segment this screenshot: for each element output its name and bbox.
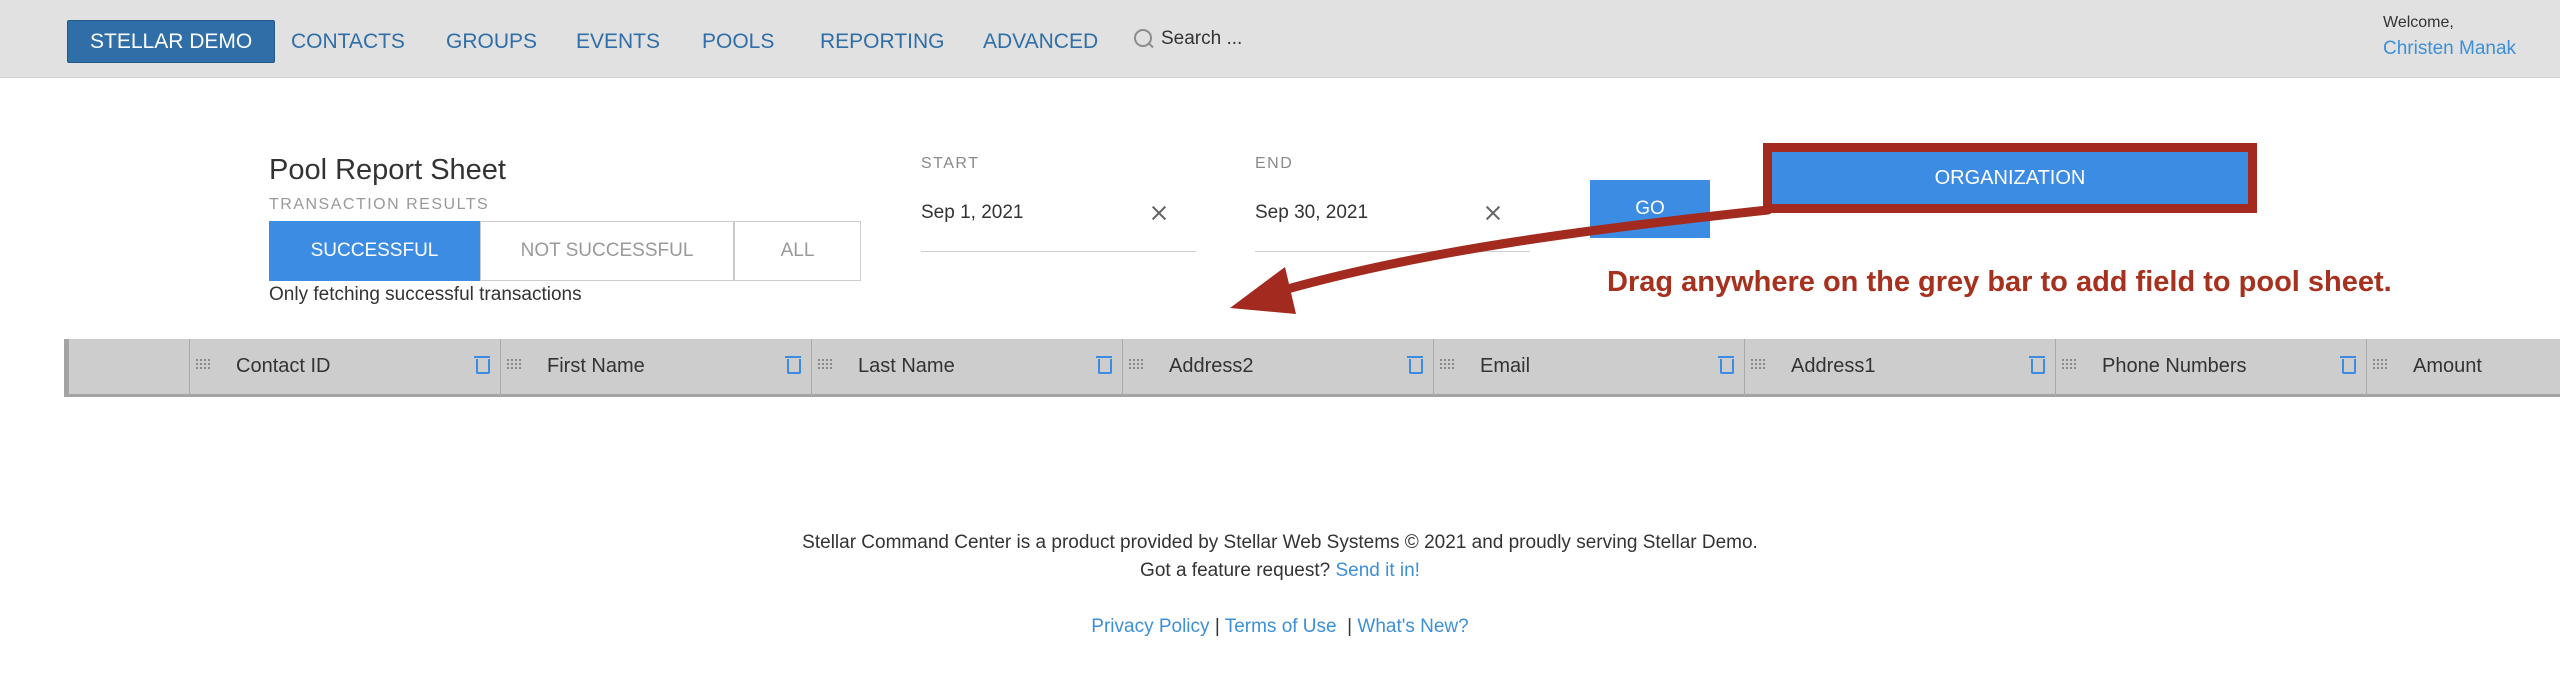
start-date-label: START xyxy=(921,155,980,172)
column-header[interactable]: Last Name xyxy=(812,339,1123,397)
drag-handle-icon[interactable] xyxy=(196,359,212,371)
footer-separator: | xyxy=(1214,616,1220,637)
end-date-field[interactable]: Sep 30, 2021 xyxy=(1255,198,1530,252)
feature-request-line: Got a feature request? Send it in! xyxy=(0,560,2560,582)
column-header[interactable]: Address2 xyxy=(1123,339,1434,397)
trash-icon[interactable] xyxy=(2340,354,2356,374)
transaction-results-label: TRANSACTION RESULTS xyxy=(269,196,490,213)
column-header[interactable]: First Name xyxy=(501,339,812,397)
search-box xyxy=(1133,24,1291,54)
drag-handle-icon[interactable] xyxy=(2373,359,2389,371)
column-bar-leading-cell xyxy=(64,339,190,397)
nav-events[interactable]: EVENTS xyxy=(576,20,660,63)
column-label: Address2 xyxy=(1169,355,1254,377)
footer-links: Privacy Policy | Terms of Use | What's N… xyxy=(0,616,2560,638)
nav-contacts[interactable]: CONTACTS xyxy=(291,20,405,63)
column-label: Address1 xyxy=(1791,355,1876,377)
terms-of-use-link[interactable]: Terms of Use xyxy=(1225,616,1337,637)
filter-all-button[interactable]: ALL xyxy=(734,221,861,281)
brand-button[interactable]: STELLAR DEMO xyxy=(67,20,276,63)
filter-not-successful-button[interactable]: NOT SUCCESSFUL xyxy=(480,221,734,281)
organization-field-chip[interactable]: ORGANIZATION xyxy=(1772,152,2248,204)
trash-icon[interactable] xyxy=(2029,354,2045,374)
clear-end-date-icon[interactable] xyxy=(1484,204,1502,222)
trash-icon[interactable] xyxy=(1096,354,1112,374)
column-header[interactable]: Phone Numbers xyxy=(2056,339,2367,397)
user-name-link[interactable]: Christen Manak xyxy=(2383,38,2516,60)
filter-successful-button[interactable]: SUCCESSFUL xyxy=(269,221,480,281)
go-button[interactable]: GO xyxy=(1590,180,1710,238)
drag-handle-icon[interactable] xyxy=(1129,359,1145,371)
end-date-value: Sep 30, 2021 xyxy=(1255,202,1369,223)
nav-groups[interactable]: GROUPS xyxy=(446,20,537,63)
drag-handle-icon[interactable] xyxy=(818,359,834,371)
nav-pools[interactable]: POOLS xyxy=(702,20,774,63)
trash-icon[interactable] xyxy=(1407,354,1423,374)
column-label: Phone Numbers xyxy=(2102,355,2247,377)
clear-start-date-icon[interactable] xyxy=(1150,204,1168,222)
end-date-label: END xyxy=(1255,155,1294,172)
column-label: Last Name xyxy=(858,355,955,377)
footer-separator: | xyxy=(1341,616,1353,637)
welcome-text: Welcome, xyxy=(2383,14,2454,31)
drag-handle-icon[interactable] xyxy=(1440,359,1456,371)
page-title: Pool Report Sheet xyxy=(269,154,506,186)
filter-note: Only fetching successful transactions xyxy=(269,284,582,305)
send-it-in-link[interactable]: Send it in! xyxy=(1335,560,1420,581)
search-icon[interactable] xyxy=(1133,28,1155,50)
drag-instruction-annotation: Drag anywhere on the grey bar to add fie… xyxy=(1607,266,2392,298)
start-date-value: Sep 1, 2021 xyxy=(921,202,1024,223)
footer-copyright: Stellar Command Center is a product prov… xyxy=(802,532,1758,553)
search-input[interactable] xyxy=(1161,28,1291,50)
column-header[interactable]: Amount xyxy=(2367,339,2560,397)
column-label: Amount xyxy=(2413,355,2482,377)
trash-icon[interactable] xyxy=(1718,354,1734,374)
column-label: Email xyxy=(1480,355,1531,377)
column-label: Contact ID xyxy=(236,355,331,377)
column-header[interactable]: Address1 xyxy=(1745,339,2056,397)
trash-icon[interactable] xyxy=(785,354,801,374)
top-navigation-bar: STELLAR DEMO CONTACTS GROUPS EVENTS POOL… xyxy=(0,0,2560,78)
trash-icon[interactable] xyxy=(474,354,490,374)
nav-reporting[interactable]: REPORTING xyxy=(820,20,944,63)
feature-request-text: Got a feature request? xyxy=(1140,560,1331,581)
whats-new-link[interactable]: What's New? xyxy=(1357,616,1468,637)
nav-advanced[interactable]: ADVANCED xyxy=(983,20,1098,63)
column-header[interactable]: Contact ID xyxy=(190,339,501,397)
column-header[interactable]: Email xyxy=(1434,339,1745,397)
drag-handle-icon[interactable] xyxy=(507,359,523,371)
privacy-policy-link[interactable]: Privacy Policy xyxy=(1091,616,1209,637)
drag-handle-icon[interactable] xyxy=(2062,359,2078,371)
start-date-field[interactable]: Sep 1, 2021 xyxy=(921,198,1196,252)
column-label: First Name xyxy=(547,355,645,377)
drag-handle-icon[interactable] xyxy=(1751,359,1767,371)
